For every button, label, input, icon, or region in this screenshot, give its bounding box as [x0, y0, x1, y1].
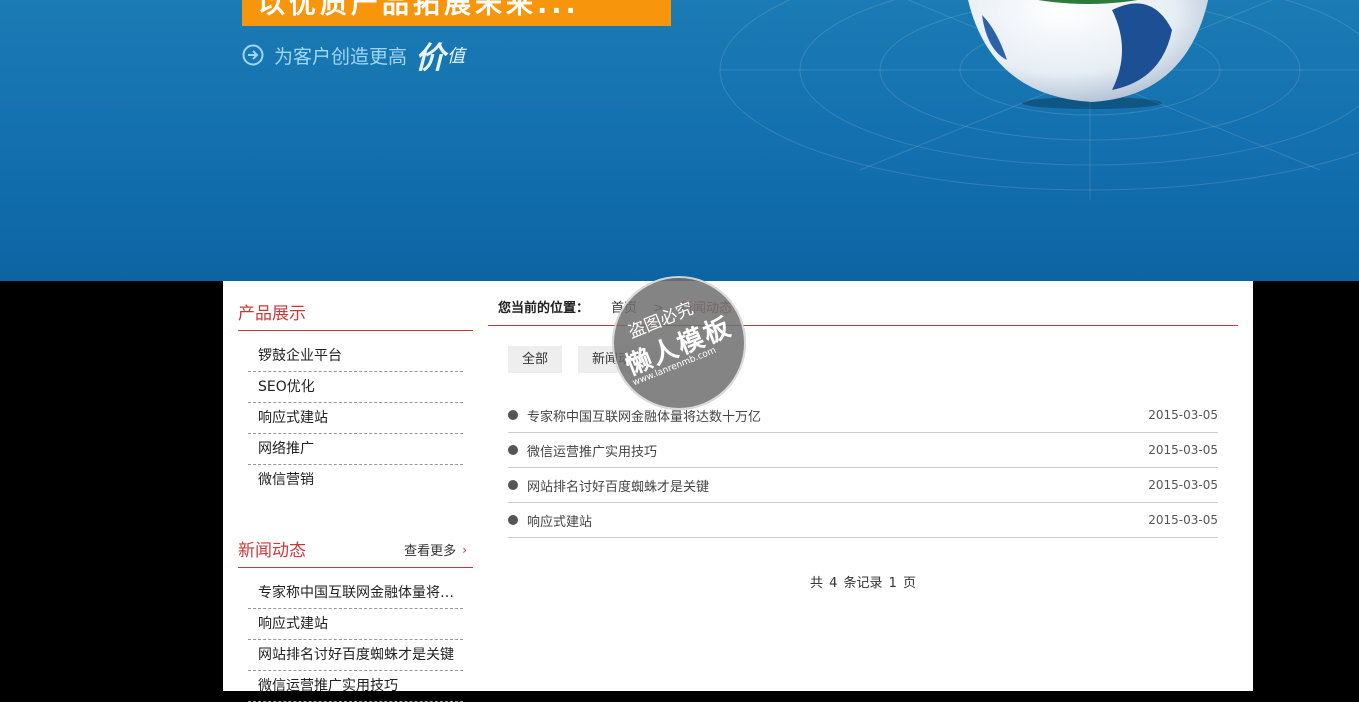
news-title-link[interactable]: 专家称中国互联网金融体量将达数十万亿: [527, 406, 761, 425]
news-sidebar-item[interactable]: 专家称中国互联网金融体量将达数十万亿: [248, 578, 463, 609]
bullet-icon: [508, 480, 518, 490]
news-sidebar-item[interactable]: 微信运营推广实用技巧: [248, 671, 463, 702]
main-content: 您当前的位置： 首页 > 新闻动态 全部 新闻动态 专家称中国互联网金融体量将达…: [488, 281, 1238, 591]
products-list: 锣鼓企业平台 SEO优化 响应式建站 网络推广 微信营销: [238, 331, 473, 495]
news-row[interactable]: 专家称中国互联网金融体量将达数十万亿 2015-03-05: [508, 398, 1218, 433]
news-date: 2015-03-05: [1148, 478, 1218, 492]
content-card: 产品展示 锣鼓企业平台 SEO优化 响应式建站 网络推广 微信营销 新闻动态 查…: [223, 281, 1253, 702]
product-item[interactable]: 响应式建站: [248, 403, 463, 434]
news-row[interactable]: 网站排名讨好百度蜘蛛才是关键 2015-03-05: [508, 468, 1218, 503]
tab-news[interactable]: 新闻动态: [578, 346, 659, 373]
news-date: 2015-03-05: [1148, 443, 1218, 457]
news-date: 2015-03-05: [1148, 513, 1218, 527]
pagination-summary: 共 4 条记录 1 页: [809, 576, 917, 591]
news-title-link[interactable]: 微信运营推广实用技巧: [527, 441, 657, 460]
breadcrumb-separator: >: [653, 301, 664, 316]
bullet-icon: [508, 445, 518, 455]
news-block: 新闻动态 查看更多 › 专家称中国互联网金融体量将达数十万亿 响应式建站 网站排…: [238, 519, 473, 702]
tab-all[interactable]: 全部: [508, 346, 563, 373]
breadcrumb-home-link[interactable]: 首页: [611, 297, 637, 316]
banner: 以优质产品拓展未来... 为客户创造更高 价 值: [0, 0, 1359, 281]
news-row-left: 网站排名讨好百度蜘蛛才是关键: [508, 476, 709, 495]
product-item[interactable]: 网络推广: [248, 434, 463, 465]
news-row[interactable]: 响应式建站 2015-03-05: [508, 503, 1218, 538]
globe-bowl-image: [968, 0, 1209, 109]
news-row-left: 微信运营推广实用技巧: [508, 441, 657, 460]
bullet-icon: [508, 515, 518, 525]
banner-slogan: 为客户创造更高 价 值: [242, 40, 466, 76]
product-item[interactable]: 锣鼓企业平台: [248, 341, 463, 372]
product-item[interactable]: SEO优化: [248, 372, 463, 403]
product-item[interactable]: 微信营销: [248, 465, 463, 495]
products-title: 产品展示: [238, 304, 306, 324]
slogan-emphasis: 价: [415, 41, 446, 76]
products-block: 产品展示 锣鼓企业平台 SEO优化 响应式建站 网络推广 微信营销: [238, 281, 473, 495]
chevron-right-icon: ›: [462, 542, 467, 557]
news-row[interactable]: 微信运营推广实用技巧 2015-03-05: [508, 433, 1218, 468]
news-date: 2015-03-05: [1148, 408, 1218, 422]
news-title-link[interactable]: 响应式建站: [527, 511, 592, 530]
slogan-text: 为客户创造更高: [274, 45, 408, 68]
news-row-left: 响应式建站: [508, 511, 592, 530]
slogan-emphasis-small: 值: [447, 46, 466, 67]
breadcrumb: 您当前的位置： 首页 > 新闻动态: [488, 281, 1238, 326]
breadcrumb-label: 您当前的位置：: [498, 301, 590, 316]
sidebar: 产品展示 锣鼓企业平台 SEO优化 响应式建站 网络推广 微信营销 新闻动态 查…: [238, 281, 473, 702]
news-list: 专家称中国互联网金融体量将达数十万亿 2015-03-05 微信运营推广实用技巧…: [508, 398, 1218, 538]
category-tabs: 全部 新闻动态: [488, 326, 1238, 373]
news-sidebar-list: 专家称中国互联网金融体量将达数十万亿 响应式建站 网站排名讨好百度蜘蛛才是关键 …: [238, 568, 473, 702]
news-header: 新闻动态 查看更多 ›: [238, 519, 473, 568]
view-more-label: 查看更多: [404, 544, 457, 559]
news-sidebar-item[interactable]: 网站排名讨好百度蜘蛛才是关键: [248, 640, 463, 671]
breadcrumb-current[interactable]: 新闻动态: [680, 297, 732, 316]
arrow-circle-icon: [242, 44, 264, 66]
news-title: 新闻动态: [238, 541, 306, 561]
news-sidebar-item[interactable]: 响应式建站: [248, 609, 463, 640]
view-more-link[interactable]: 查看更多 ›: [404, 540, 473, 560]
news-title-link[interactable]: 网站排名讨好百度蜘蛛才是关键: [527, 476, 709, 495]
news-row-left: 专家称中国互联网金融体量将达数十万亿: [508, 406, 761, 425]
bullet-icon: [508, 410, 518, 420]
banner-headline: 以优质产品拓展未来...: [242, 0, 671, 26]
products-header: 产品展示: [238, 281, 473, 331]
